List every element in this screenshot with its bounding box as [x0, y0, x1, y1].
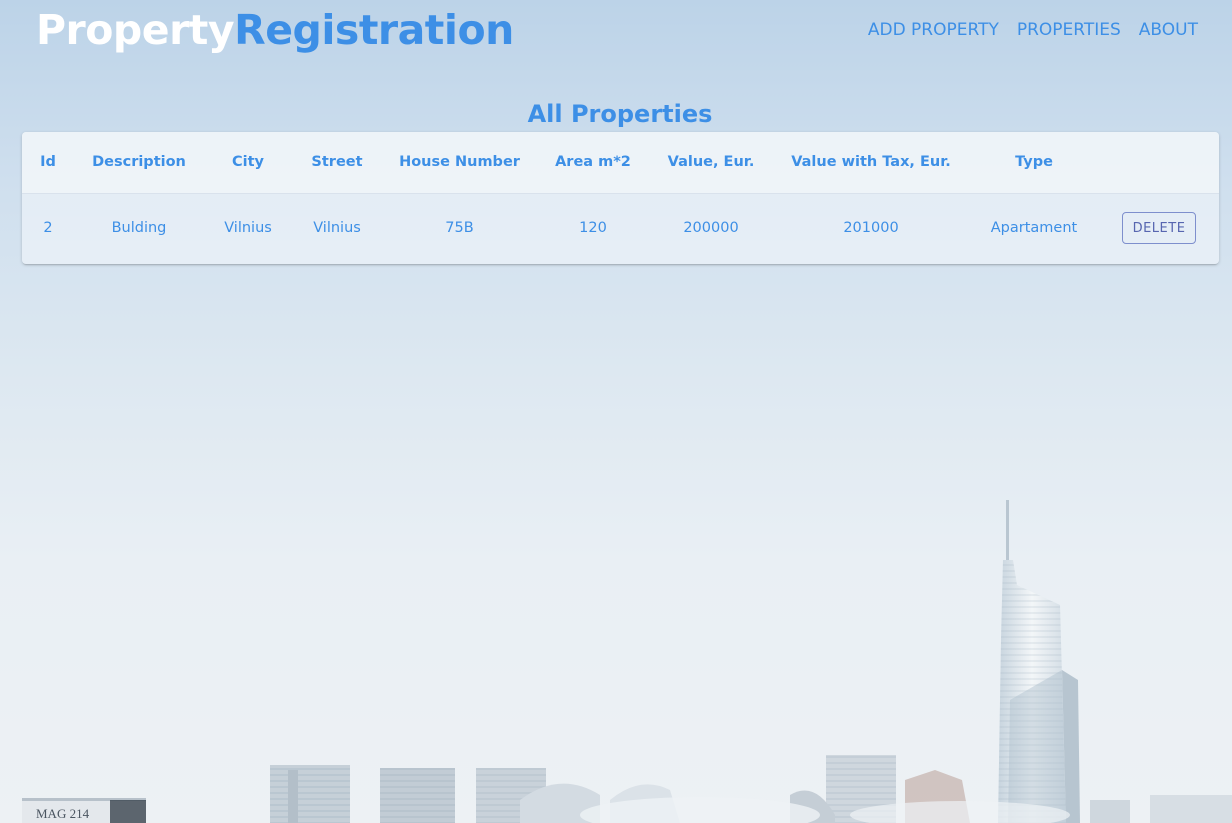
col-street: Street	[292, 132, 382, 194]
col-city: City	[204, 132, 292, 194]
header-row: Id Description City Street House Number …	[22, 132, 1219, 194]
nav-add-property[interactable]: ADD PROPERTY	[868, 18, 999, 42]
cell-street: Vilnius	[313, 220, 361, 237]
brand-part-registration: Registration	[234, 6, 514, 54]
cell-description: Bulding	[111, 220, 167, 237]
table-body: 2 Bulding Vilnius Vilnius 75B 120 200000…	[22, 193, 1219, 263]
table-header: Id Description City Street House Number …	[22, 132, 1219, 194]
cell-id: 2	[43, 220, 53, 237]
cell-actions: DELETE	[1099, 193, 1219, 263]
col-area: Area m*2	[537, 132, 649, 194]
nav-properties[interactable]: PROPERTIES	[1017, 18, 1121, 42]
brand-part-property: Property	[36, 6, 235, 54]
sign-text: MAG 214	[36, 806, 90, 821]
nav-links: ADD PROPERTY PROPERTIES ABOUT	[868, 18, 1198, 42]
col-actions	[1099, 132, 1219, 194]
cell-type: Apartament	[990, 220, 1078, 237]
brand-logo[interactable]: PropertyRegistration	[36, 6, 514, 54]
properties-table-card: Id Description City Street House Number …	[22, 132, 1219, 264]
cell-house-number: 75B	[445, 220, 474, 237]
properties-table: Id Description City Street House Number …	[22, 132, 1219, 263]
col-type: Type	[969, 132, 1099, 194]
cell-city: Vilnius	[224, 220, 272, 237]
col-value: Value, Eur.	[649, 132, 773, 194]
cell-value-with-tax: 201000	[843, 220, 899, 237]
cell-value: 200000	[683, 220, 739, 237]
tall-tower	[998, 500, 1080, 823]
col-house-number: House Number	[382, 132, 537, 194]
col-value-with-tax: Value with Tax, Eur.	[773, 132, 969, 194]
top-navbar: PropertyRegistration ADD PROPERTY PROPER…	[0, 0, 1232, 60]
delete-button[interactable]: DELETE	[1121, 212, 1197, 245]
col-id: Id	[22, 132, 74, 194]
nav-about[interactable]: ABOUT	[1139, 18, 1198, 42]
table-row: 2 Bulding Vilnius Vilnius 75B 120 200000…	[22, 193, 1219, 263]
col-description: Description	[74, 132, 204, 194]
page-title: All Properties	[527, 100, 713, 128]
cell-area: 120	[579, 220, 607, 237]
